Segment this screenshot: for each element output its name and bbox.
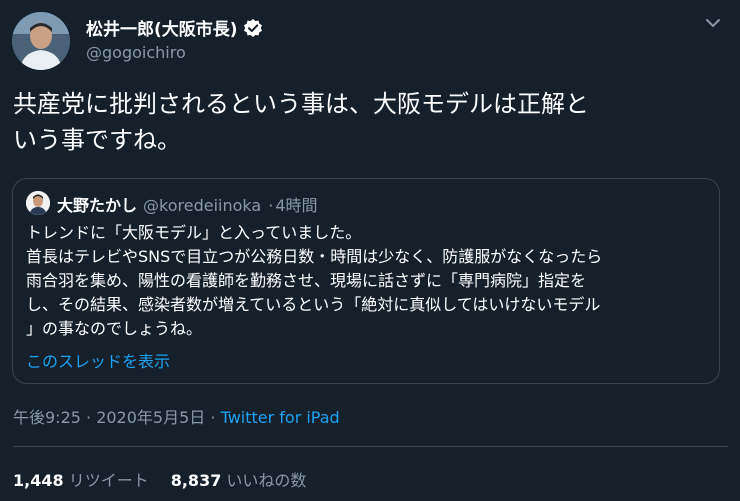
show-thread-link[interactable]: このスレッドを表示 [26, 348, 170, 372]
verified-badge-icon [243, 18, 263, 38]
quoted-text-line: 雨合羽を集め、陽性の看護師を勤務させ、現場に話さずに「専門病院」指定を [26, 271, 587, 290]
tweet-text-line: いう事ですね。 [13, 126, 181, 154]
quoted-text: トレンドに「大阪モデル」と入っていました。 首長はテレビやSNSで目立つが公務日… [26, 221, 716, 341]
likes-stat[interactable]: 8,837 いいねの数 [171, 471, 307, 490]
retweets-stat[interactable]: 1,448 リツイート [13, 471, 149, 490]
tweet-meta: 午後9:25 · 2020年5月5日 · Twitter for iPad [13, 404, 340, 428]
quoted-text-line: トレンドに「大阪モデル」と入っていました。 [26, 223, 362, 242]
tweet-card: 松井一郎(大阪市長) @gogoichiro 共産党に批判されるという事は、大阪… [0, 0, 740, 501]
author-name-row: 松井一郎(大阪市長) [86, 15, 263, 40]
tweet-stats: 1,448 リツイート 8,837 いいねの数 [13, 467, 306, 491]
quoted-tweet[interactable]: 大野たかし @koredeiinoka · 4時間 トレンドに「大阪モデル」と入って… [12, 178, 720, 384]
author-name[interactable]: 松井一郎(大阪市長) [86, 15, 238, 40]
quoted-text-line: し、その結果、感染者数が増えているという「絶対に真似してはいけないモデル [26, 295, 601, 314]
separator-dot: · [210, 408, 216, 427]
quoted-author-name[interactable]: 大野たかし [57, 196, 137, 215]
quoted-text-line: 」の事なのでしょうね。 [26, 319, 203, 338]
tweet-source-link[interactable]: Twitter for iPad [221, 408, 340, 427]
tweet-timestamp[interactable]: 午後9:25 · 2020年5月5日 [13, 408, 205, 427]
author-handle[interactable]: @gogoichiro [86, 43, 186, 62]
tweet-text: 共産党に批判されるという事は、大阪モデルは正解と いう事ですね。 [13, 86, 728, 158]
separator-dot: · [268, 196, 274, 215]
quoted-time: 4時間 [275, 196, 318, 215]
tweet-text-line: 共産党に批判されるという事は、大阪モデルは正解と [13, 90, 589, 118]
quoted-text-line: 首長はテレビやSNSで目立つが公務日数・時間は少なく、防護服がなくなったら [26, 247, 603, 266]
chevron-down-icon[interactable] [700, 10, 726, 36]
quoted-author-handle[interactable]: @koredeiinoka [143, 196, 261, 215]
likes-count: 8,837 [170, 471, 222, 490]
retweets-label: リツイート [68, 471, 149, 490]
divider [13, 446, 728, 447]
retweets-count: 1,448 [13, 471, 64, 490]
quoted-author-avatar[interactable] [26, 191, 50, 215]
likes-label: いいねの数 [226, 471, 307, 490]
quoted-header: 大野たかし @koredeiinoka · 4時間 [57, 192, 318, 216]
author-avatar[interactable] [12, 12, 70, 70]
